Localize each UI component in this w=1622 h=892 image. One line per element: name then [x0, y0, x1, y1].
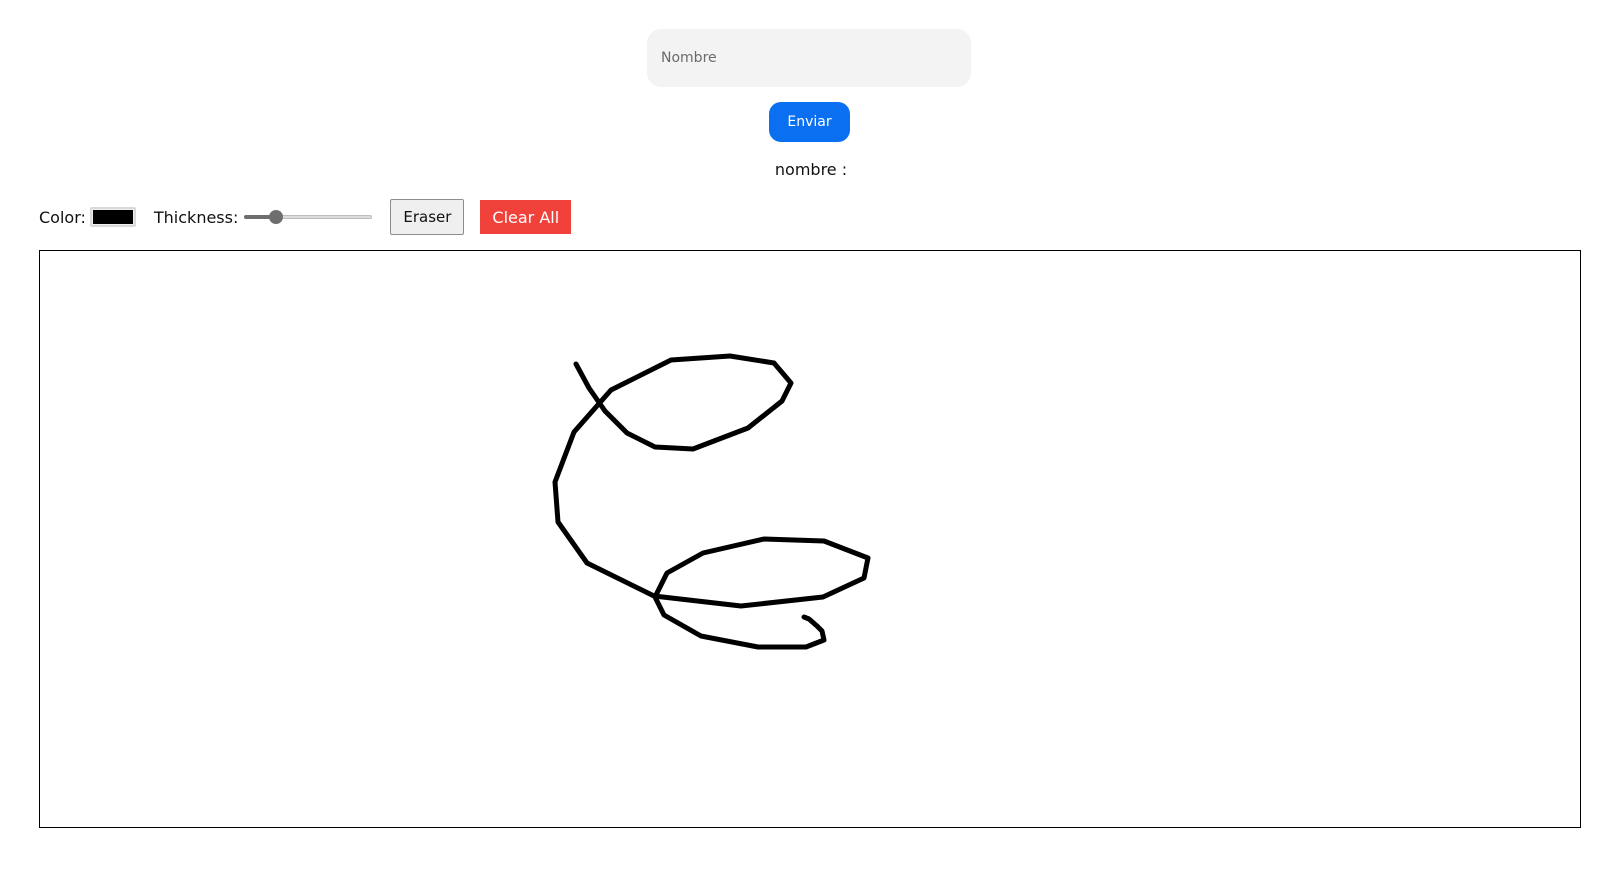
color-swatch [92, 210, 133, 224]
drawing-canvas[interactable] [39, 250, 1581, 828]
drawing-toolbar: Color: Thickness: Eraser Clear All [39, 199, 572, 235]
thickness-slider[interactable] [244, 209, 373, 225]
name-output-text: nombre : [774, 160, 848, 179]
drawing-surface [552, 353, 871, 650]
color-label: Color: [39, 207, 86, 227]
eraser-button[interactable]: Eraser [390, 199, 465, 235]
name-input[interactable] [647, 29, 971, 87]
clear-all-button[interactable]: Clear All [480, 200, 572, 234]
color-picker[interactable] [89, 207, 136, 227]
slider-thumb[interactable] [269, 210, 284, 224]
send-button[interactable]: Enviar [769, 102, 850, 142]
drawn-stroke [552, 353, 871, 650]
thickness-label: Thickness: [153, 207, 239, 227]
